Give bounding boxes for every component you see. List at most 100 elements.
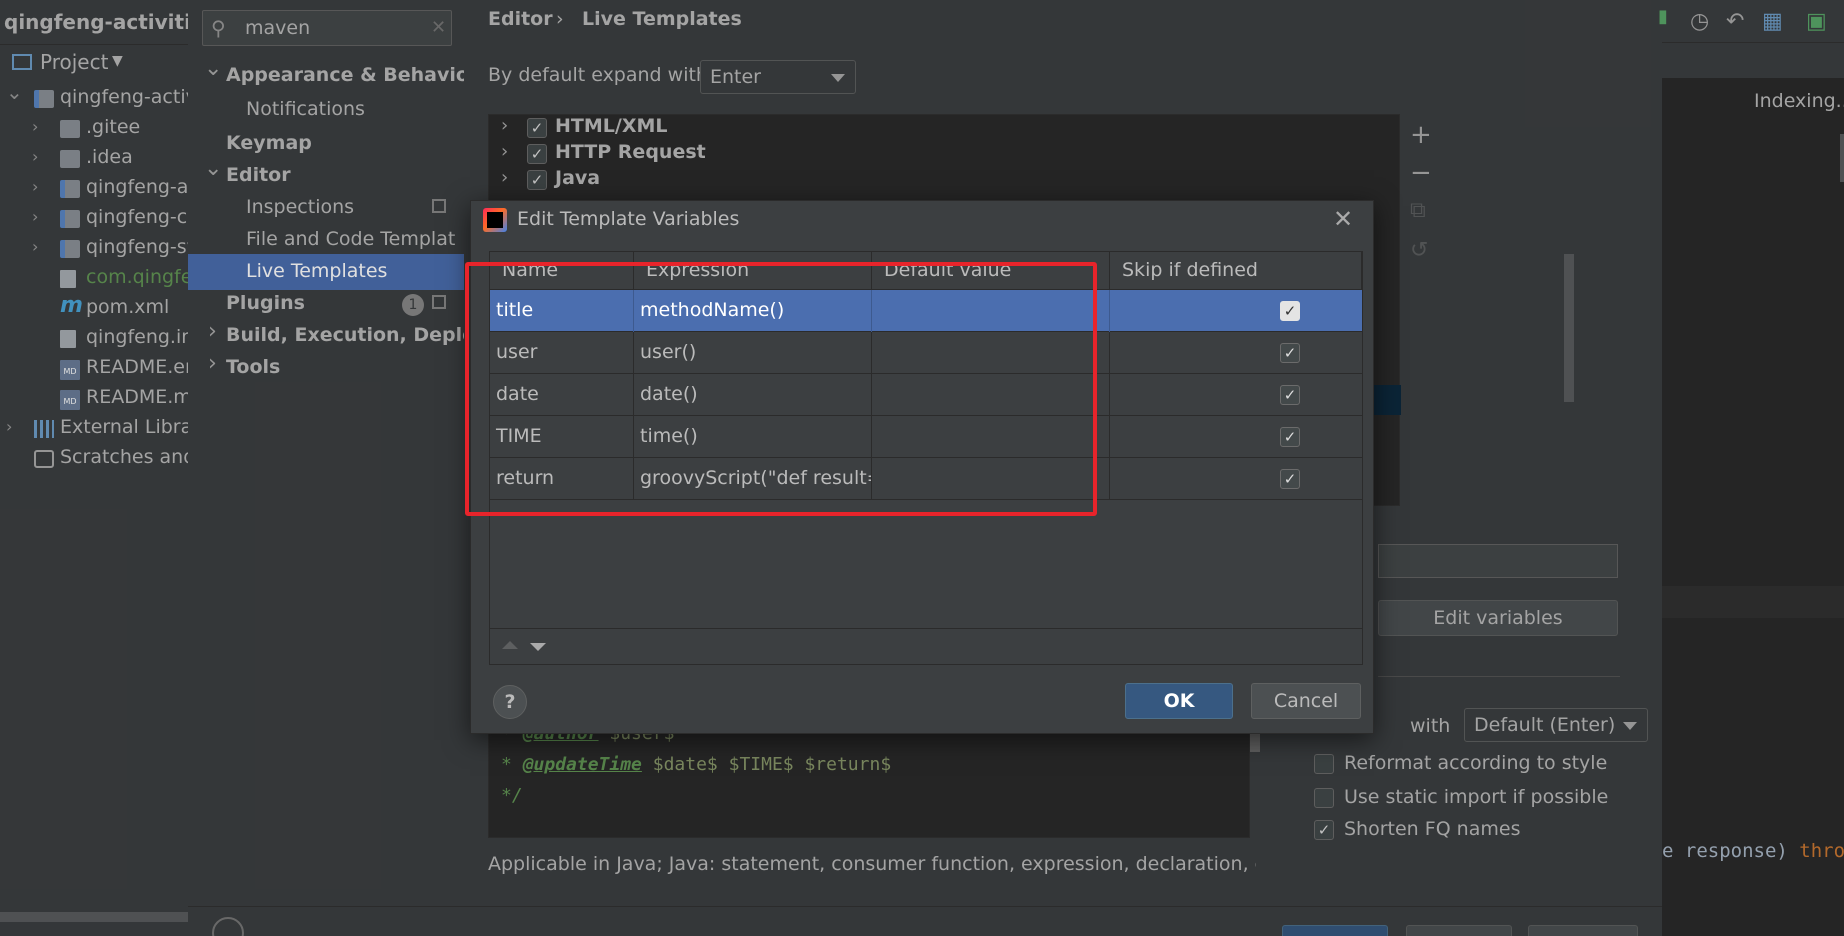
column-header-name[interactable]: Name	[490, 252, 634, 290]
column-header-skip-if-defined[interactable]: Skip if defined	[1110, 252, 1362, 290]
settings-nav-file-and-code-templat[interactable]: File and Code Templat	[188, 222, 464, 258]
variable-row[interactable]: TIME time() ✓	[490, 416, 1362, 458]
applicable-contexts[interactable]: Applicable in Java; Java: statement, con…	[488, 853, 1256, 875]
settings-apply-button[interactable]	[1528, 925, 1638, 936]
restore-icon[interactable]: ↺	[1410, 238, 1428, 263]
template-group-checkbox[interactable]: ✓	[527, 170, 547, 190]
variable-row[interactable]: user user() ✓	[490, 332, 1362, 374]
chevron-right-icon[interactable]: ›	[501, 115, 508, 136]
chevron-right-icon[interactable]: ›	[32, 117, 38, 136]
editor-scroll-marker[interactable]	[1840, 134, 1844, 182]
column-header-expression[interactable]: Expression	[634, 252, 872, 290]
move-down-icon[interactable]	[530, 643, 546, 651]
skip-if-defined-checkbox[interactable]: ✓	[1280, 427, 1300, 447]
option-checkbox[interactable]: ✓	[1314, 820, 1334, 840]
variable-default-cell[interactable]	[872, 290, 1110, 332]
clear-search-icon[interactable]: ✕	[431, 17, 446, 38]
option-checkbox[interactable]	[1314, 788, 1334, 808]
tree-item[interactable]: › qingfeng-ac	[0, 174, 188, 204]
skip-if-defined-checkbox[interactable]: ✓	[1280, 301, 1300, 321]
settings-nav-live-templates[interactable]: Live Templates	[188, 254, 464, 290]
settings-nav-inspections[interactable]: Inspections	[188, 190, 464, 226]
build-icon[interactable]: ▮	[1658, 6, 1668, 27]
tree-item[interactable]: MD README.m	[0, 384, 188, 414]
tree-item[interactable]: m pom.xml	[0, 293, 188, 324]
chevron-right-icon[interactable]: ›	[32, 177, 38, 196]
settings-nav-plugins[interactable]: Plugins 1	[188, 286, 464, 322]
chevron-right-icon[interactable]: ›	[208, 319, 217, 344]
skip-if-defined-checkbox[interactable]: ✓	[1280, 343, 1300, 363]
chevron-down-icon[interactable]: ⌄	[204, 56, 222, 81]
chevron-right-icon[interactable]: ›	[32, 237, 38, 256]
tree-item[interactable]: com.qingfe	[0, 264, 188, 294]
chevron-down-icon[interactable]: ⌄	[204, 156, 222, 181]
move-up-icon[interactable]	[502, 641, 518, 649]
template-group-checkbox[interactable]: ✓	[527, 144, 547, 164]
chevron-right-icon[interactable]: ›	[501, 141, 508, 162]
variable-name-cell[interactable]: return	[490, 458, 634, 500]
chevron-down-icon[interactable]: ⌄	[6, 80, 23, 104]
variable-name-cell[interactable]: title	[490, 290, 634, 332]
settings-nav-build-execution-deploy[interactable]: › Build, Execution, Deploy	[188, 318, 488, 354]
skip-if-defined-checkbox[interactable]: ✓	[1280, 385, 1300, 405]
tree-item[interactable]: Scratches and C	[0, 444, 188, 474]
variable-name-cell[interactable]: date	[490, 374, 634, 416]
variable-default-cell[interactable]	[872, 374, 1110, 416]
settings-nav-notifications[interactable]: Notifications	[188, 92, 464, 128]
tree-item[interactable]: › .gitee	[0, 114, 188, 144]
tree-item[interactable]: › .idea	[0, 144, 188, 174]
chevron-down-icon[interactable]: ▼	[112, 53, 123, 69]
copy-icon[interactable]: ⧉	[1410, 198, 1426, 223]
template-list-scrollbar[interactable]	[1564, 254, 1574, 402]
variable-expression-cell[interactable]: date()	[634, 374, 872, 416]
settings-nav-editor[interactable]: ⌄ Editor	[188, 156, 464, 194]
help-button[interactable]: ?	[493, 685, 527, 719]
variable-default-cell[interactable]	[872, 458, 1110, 500]
chevron-right-icon[interactable]: ›	[208, 351, 217, 376]
template-group-checkbox[interactable]: ✓	[527, 118, 547, 138]
variable-default-cell[interactable]	[872, 332, 1110, 374]
settings-search-input[interactable]	[245, 15, 415, 41]
cancel-button[interactable]: Cancel	[1251, 683, 1361, 719]
variable-row[interactable]: title methodName() ✓	[490, 290, 1362, 332]
template-text-editor[interactable]: * @author $user$* @updateTime $date$ $TI…	[488, 723, 1250, 838]
skip-if-defined-checkbox[interactable]: ✓	[1280, 469, 1300, 489]
variable-name-cell[interactable]: user	[490, 332, 634, 374]
history-icon[interactable]: ◷	[1690, 9, 1709, 34]
variable-expression-cell[interactable]: methodName()	[634, 290, 872, 332]
add-icon[interactable]: +	[1410, 120, 1432, 150]
tree-item[interactable]: › qingfeng-sy	[0, 234, 188, 264]
variable-expression-cell[interactable]: time()	[634, 416, 872, 458]
tree-item[interactable]: qingfeng.im	[0, 324, 188, 354]
ok-button[interactable]: OK	[1125, 683, 1233, 719]
tree-item[interactable]: MD README.en	[0, 354, 188, 384]
remove-icon[interactable]: −	[1410, 158, 1432, 188]
edit-variables-button[interactable]: Edit variables	[1378, 600, 1618, 636]
run-toolbar-icon[interactable]: ▣	[1806, 9, 1827, 34]
variable-row[interactable]: date date() ✓	[490, 374, 1362, 416]
settings-nav-tools[interactable]: › Tools	[188, 350, 464, 386]
chevron-right-icon[interactable]: ›	[6, 417, 12, 436]
chevron-right-icon[interactable]: ›	[32, 147, 38, 166]
project-horizontal-scrollbar[interactable]	[0, 912, 188, 922]
variable-row[interactable]: returngroovyScript("def result=''; d... ✓	[490, 458, 1362, 500]
variable-expression-cell[interactable]: user()	[634, 332, 872, 374]
tree-item[interactable]: › qingfeng-cc	[0, 204, 188, 234]
project-view-selector[interactable]: Project	[40, 50, 108, 74]
column-header-default-value[interactable]: Default value	[872, 252, 1110, 290]
settings-ok-button[interactable]	[1282, 925, 1388, 936]
variable-expression-cell[interactable]: groovyScript("def result=''; d...	[634, 458, 872, 500]
project-structure-icon[interactable]: ▦	[1762, 9, 1783, 34]
option-checkbox[interactable]	[1314, 754, 1334, 774]
settings-nav-appearance-behavior[interactable]: ⌄ Appearance & Behavior	[188, 56, 478, 94]
chevron-right-icon[interactable]: ›	[501, 167, 508, 188]
tree-item[interactable]: › External Librar	[0, 414, 188, 444]
variable-default-cell[interactable]	[872, 416, 1110, 458]
chevron-right-icon[interactable]: ›	[32, 207, 38, 226]
undo-icon[interactable]: ↶	[1726, 9, 1744, 34]
template-description-field[interactable]	[1378, 544, 1618, 578]
help-button[interactable]	[212, 917, 244, 936]
breadcrumb-project[interactable]: qingfeng-activiti	[4, 10, 188, 34]
tree-item[interactable]: ⌄ qingfeng-activ	[0, 80, 188, 114]
expand-key-combo[interactable]: Enter	[700, 60, 856, 94]
